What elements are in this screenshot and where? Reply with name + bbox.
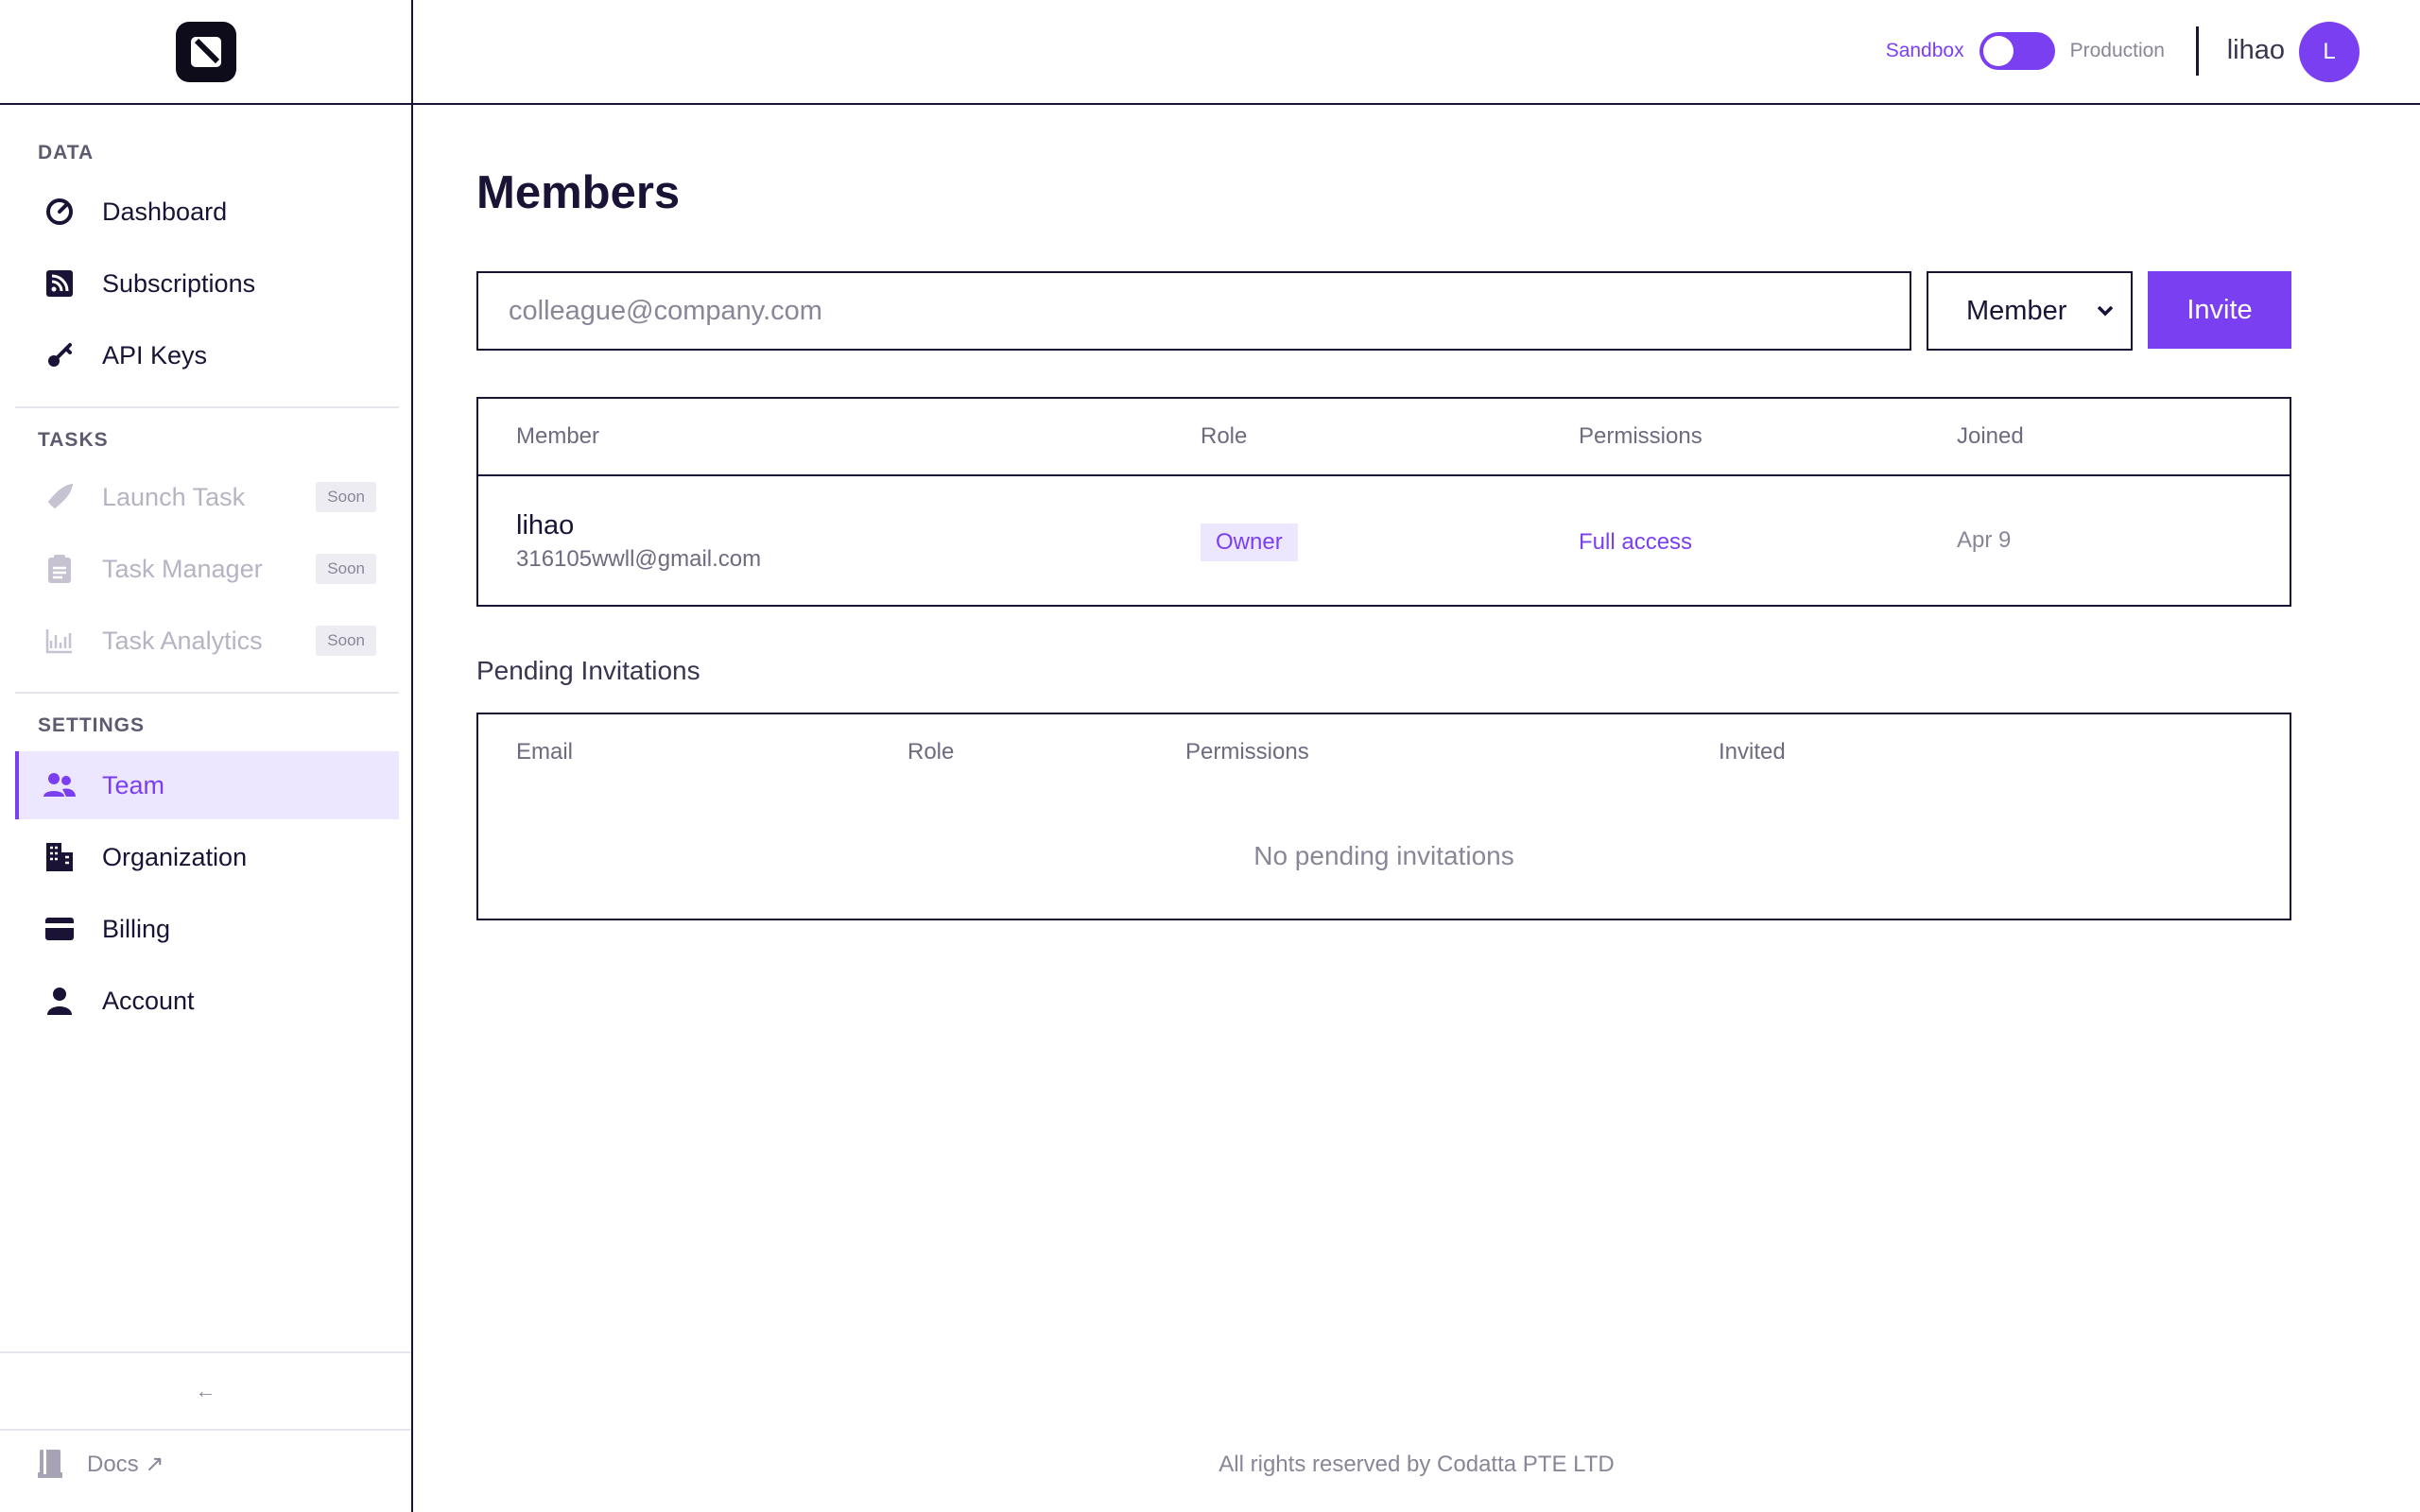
sidebar-item-label: Launch Task <box>102 482 246 511</box>
soon-badge: Soon <box>316 482 376 512</box>
invite-form: Member Invite <box>476 271 2291 351</box>
invite-email-input[interactable] <box>476 271 1911 351</box>
building-icon <box>43 841 76 873</box>
docs-link[interactable]: Docs ↗ <box>38 1450 164 1478</box>
member-name: lihao <box>516 510 575 541</box>
column-header: Email <box>516 739 574 765</box>
sidebar-item-dashboard[interactable]: Dashboard <box>15 178 399 246</box>
rss-icon <box>43 267 76 300</box>
environment-toggle[interactable] <box>1979 32 2055 70</box>
environment-switch: Sandbox Production <box>1886 32 2165 70</box>
sidebar-item-label: Team <box>102 770 165 799</box>
sidebar-item-label: Organization <box>102 842 248 871</box>
sidebar: DATA Dashboard Subscriptions API Keys TA… <box>0 0 413 1512</box>
soon-badge: Soon <box>316 554 376 584</box>
invite-button[interactable]: Invite <box>2148 271 2291 349</box>
footer-copyright: All rights reserved by Codatta PTE LTD <box>1219 1452 1615 1477</box>
sidebar-item-team[interactable]: Team <box>15 751 399 819</box>
logo-bar <box>0 0 411 105</box>
column-header: Joined <box>1957 423 2024 449</box>
table-header-divider <box>478 474 2290 476</box>
sidebar-item-task-manager: Task Manager Soon <box>15 535 399 603</box>
empty-state-message: No pending invitations <box>1253 841 1514 870</box>
env-sandbox-label[interactable]: Sandbox <box>1886 40 1964 62</box>
soon-badge: Soon <box>316 626 376 656</box>
sidebar-divider <box>15 692 399 694</box>
sidebar-item-subscriptions[interactable]: Subscriptions <box>15 249 399 318</box>
docs-label: Docs ↗ <box>87 1451 164 1477</box>
sidebar-item-label: Dashboard <box>102 197 228 226</box>
sidebar-item-label: API Keys <box>102 340 208 369</box>
top-bar: Sandbox Production lihao L <box>413 0 2420 105</box>
sidebar-item-api-keys[interactable]: API Keys <box>15 321 399 389</box>
sidebar-item-label: Task Manager <box>102 554 263 583</box>
chevron-down-icon <box>2097 305 2114 317</box>
arrow-left-icon: ← <box>195 1379 216 1402</box>
chart-icon <box>43 625 76 657</box>
toggle-knob <box>1982 36 2014 66</box>
column-header: Permissions <box>1185 739 1309 765</box>
env-production-label[interactable]: Production <box>2070 40 2165 62</box>
permissions-link[interactable]: Full access <box>1579 529 1692 556</box>
sidebar-item-organization[interactable]: Organization <box>15 823 399 891</box>
sidebar-item-launch-task: Launch Task Soon <box>15 463 399 531</box>
column-header: Role <box>1201 423 1248 449</box>
pending-invitations-title: Pending Invitations <box>476 656 700 685</box>
sidebar-item-label: Subscriptions <box>102 268 256 298</box>
pending-invitations-table: Email Role Permissions Invited No pendin… <box>476 713 2291 920</box>
book-icon <box>38 1450 62 1478</box>
page-title: Members <box>476 167 681 218</box>
invite-role-select[interactable]: Member <box>1927 271 2133 351</box>
clipboard-icon <box>43 553 76 585</box>
gauge-icon <box>43 196 76 228</box>
joined-date: Apr 9 <box>1957 527 2012 553</box>
user-icon <box>43 985 76 1017</box>
section-label-settings: SETTINGS <box>38 714 146 736</box>
members-table: Member Role Permissions Joined lihao 316… <box>476 397 2291 607</box>
section-label-tasks: TASKS <box>38 429 109 451</box>
user-name[interactable]: lihao <box>2227 35 2285 66</box>
column-header: Invited <box>1719 739 1786 765</box>
section-label-data: DATA <box>38 142 95 163</box>
sidebar-item-account[interactable]: Account <box>15 967 399 1035</box>
member-email: 316105wwll@gmail.com <box>516 546 762 572</box>
sidebar-item-label: Task Analytics <box>102 626 263 655</box>
header-separator <box>2196 26 2199 76</box>
credit-card-icon <box>43 913 76 945</box>
avatar[interactable]: L <box>2299 22 2360 82</box>
sidebar-item-label: Account <box>102 986 195 1015</box>
rocket-icon <box>43 481 76 513</box>
key-icon <box>43 339 76 371</box>
app-logo[interactable] <box>175 21 236 82</box>
sidebar-item-task-analytics: Task Analytics Soon <box>15 607 399 675</box>
sidebar-divider <box>15 406 399 408</box>
sidebar-item-label: Billing <box>102 914 171 943</box>
sidebar-item-billing[interactable]: Billing <box>15 895 399 963</box>
users-icon <box>43 769 76 801</box>
column-header: Member <box>516 423 600 449</box>
role-badge: Owner <box>1201 524 1298 561</box>
role-select-value: Member <box>1966 295 2067 326</box>
column-header: Permissions <box>1579 423 1703 449</box>
column-header: Role <box>908 739 955 765</box>
sidebar-collapse-button[interactable]: ← <box>0 1351 411 1431</box>
